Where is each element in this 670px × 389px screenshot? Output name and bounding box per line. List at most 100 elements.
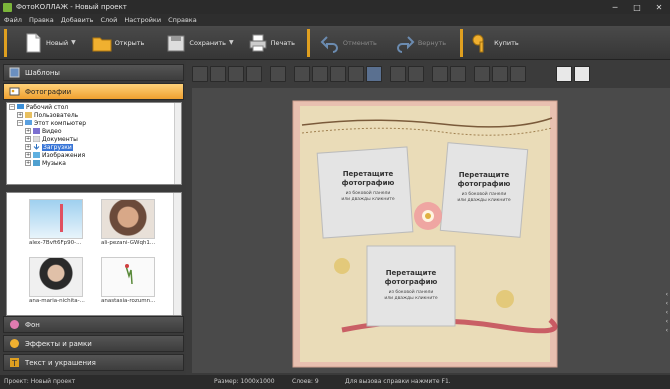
- mirror-button[interactable]: [348, 66, 364, 82]
- thumbnail-item[interactable]: ana-maria-nichita-...: [29, 257, 85, 304]
- tree-item-images[interactable]: + Изображения: [7, 151, 181, 159]
- menu-file[interactable]: Файл: [4, 16, 22, 24]
- scroll-arrows[interactable]: ‹ ‹ ‹ ‹ ‹: [666, 290, 668, 335]
- open-button[interactable]: Открыть: [88, 29, 149, 57]
- page-settings-button[interactable]: [574, 66, 590, 82]
- image-settings-button[interactable]: [366, 66, 382, 82]
- thumbnails-scrollbar[interactable]: [173, 193, 181, 315]
- video-folder-icon: [33, 128, 40, 134]
- tree-item-music[interactable]: + Музыка: [7, 159, 181, 167]
- frame-2-sub: из боковой панели: [462, 190, 507, 197]
- print-button[interactable]: Печать: [244, 29, 299, 57]
- close-button[interactable]: ✕: [648, 0, 670, 14]
- buy-button[interactable]: Купить: [467, 29, 523, 57]
- thumbnail-item[interactable]: anastasia-rozumn...: [101, 257, 155, 304]
- add-page-button[interactable]: [556, 66, 572, 82]
- tree-scrollbar[interactable]: [174, 103, 181, 184]
- menu-layer[interactable]: Слой: [100, 16, 117, 24]
- accordion-photos[interactable]: Фотографии: [3, 83, 184, 100]
- templates-icon: [9, 67, 20, 78]
- tree-item-label: Этот компьютер: [34, 119, 87, 127]
- toolbar-separator: [4, 28, 7, 57]
- layer-back-button[interactable]: [192, 66, 208, 82]
- thumbnail-caption: alex-7Bvft6Fp90-...: [29, 240, 82, 246]
- canvas-area[interactable]: Перетащите фотографию из боковой панели …: [192, 88, 670, 373]
- editor-toolbar: [192, 63, 670, 85]
- frame-1-title-line2: фотографию: [342, 179, 395, 187]
- accordion-templates[interactable]: Шаблоны: [3, 64, 184, 81]
- tree-item-video[interactable]: + Видео: [7, 127, 181, 135]
- save-button[interactable]: Сохранить ▼: [162, 29, 237, 57]
- frame-3-title-line2: фотографию: [385, 278, 438, 286]
- collapse-icon[interactable]: −: [17, 120, 23, 126]
- accordion-effects-label: Эффекты и рамки: [25, 339, 92, 348]
- expand-icon[interactable]: +: [25, 144, 31, 150]
- photo-frame-3[interactable]: Перетащите фотографию из боковой панели …: [366, 245, 456, 327]
- collage-canvas[interactable]: Перетащите фотографию из боковой панели …: [192, 88, 670, 373]
- frame-1-sub-line2: или дважды кликните: [341, 197, 395, 202]
- menu-add[interactable]: Добавить: [61, 16, 94, 24]
- ornament-decoration[interactable]: [496, 290, 514, 308]
- key-icon: [472, 34, 484, 52]
- new-document-icon: [26, 33, 41, 52]
- tree-item-label: Рабочий стол: [26, 103, 69, 111]
- flip-horizontal-button[interactable]: [294, 66, 310, 82]
- tree-item-label: Изображения: [42, 151, 86, 159]
- layer-forward-button[interactable]: [228, 66, 244, 82]
- effects-button[interactable]: [432, 66, 448, 82]
- photo-thumbnails[interactable]: alex-7Bvft6Fp90-... ali-pezani-GWqh1... …: [6, 192, 182, 316]
- printer-icon: [249, 34, 267, 51]
- redo-button[interactable]: Вернуть: [391, 29, 450, 57]
- menu-help[interactable]: Справка: [168, 16, 197, 24]
- tree-item-downloads[interactable]: + Загрузки: [7, 143, 181, 151]
- maximize-button[interactable]: □: [626, 0, 648, 14]
- frame-2-sub-line2: или дважды кликните: [457, 198, 511, 203]
- status-help: Для вызова справки нажмите F1.: [345, 378, 451, 385]
- tree-item-computer[interactable]: − Этот компьютер: [7, 119, 181, 127]
- align-button[interactable]: [270, 66, 286, 82]
- tree-item-user[interactable]: + Пользователь: [7, 111, 181, 119]
- layer-backward-button[interactable]: [210, 66, 226, 82]
- flip-vertical-button[interactable]: [312, 66, 328, 82]
- lock-button[interactable]: [492, 66, 508, 82]
- menu-settings[interactable]: Настройки: [124, 16, 161, 24]
- ornament-decoration[interactable]: [334, 258, 350, 274]
- expand-icon[interactable]: +: [17, 112, 23, 118]
- undo-button[interactable]: Отменить: [316, 29, 381, 57]
- thumbnail-image: [101, 257, 155, 297]
- tree-item-desktop[interactable]: − Рабочий стол: [7, 103, 181, 111]
- thumbnail-item[interactable]: ali-pezani-GWqh1...: [101, 199, 155, 246]
- menu-edit[interactable]: Правка: [29, 16, 54, 24]
- photo-frame-2[interactable]: Перетащите фотографию из боковой панели …: [439, 142, 529, 238]
- accordion-effects[interactable]: Эффекты и рамки: [3, 335, 184, 352]
- settings-button[interactable]: [474, 66, 490, 82]
- new-dropdown-icon[interactable]: ▼: [71, 39, 76, 46]
- images-folder-icon: [33, 152, 40, 158]
- expand-icon[interactable]: +: [25, 160, 31, 166]
- expand-icon[interactable]: +: [25, 128, 31, 134]
- minimize-button[interactable]: ─: [604, 0, 626, 14]
- save-dropdown-icon[interactable]: ▼: [229, 39, 234, 46]
- accordion-background[interactable]: Фон: [3, 316, 184, 333]
- expand-icon[interactable]: +: [25, 136, 31, 142]
- collapse-icon[interactable]: −: [9, 104, 15, 110]
- photo-frame-1[interactable]: Перетащите фотографию из боковой панели …: [316, 146, 414, 239]
- crop-button[interactable]: [408, 66, 424, 82]
- text-icon: T: [10, 358, 19, 368]
- thumbnail-image: [29, 257, 83, 297]
- layer-front-button[interactable]: [246, 66, 262, 82]
- position-button[interactable]: [510, 66, 526, 82]
- magic-button[interactable]: [450, 66, 466, 82]
- print-button-label: Печать: [270, 38, 295, 47]
- flower-decoration[interactable]: [414, 202, 442, 230]
- accordion-photos-label: Фотографии: [25, 87, 72, 96]
- rotate-button[interactable]: [330, 66, 346, 82]
- folder-tree[interactable]: − Рабочий стол + Пользователь − Этот ком…: [6, 102, 182, 185]
- expand-icon[interactable]: +: [25, 152, 31, 158]
- new-button[interactable]: Новый ▼: [19, 29, 80, 57]
- delete-button[interactable]: [390, 66, 406, 82]
- thumbnail-caption: ali-pezani-GWqh1...: [101, 240, 156, 246]
- thumbnail-item[interactable]: alex-7Bvft6Fp90-...: [29, 199, 83, 246]
- tree-item-documents[interactable]: + Документы: [7, 135, 181, 143]
- accordion-text[interactable]: T Текст и украшения: [3, 354, 184, 371]
